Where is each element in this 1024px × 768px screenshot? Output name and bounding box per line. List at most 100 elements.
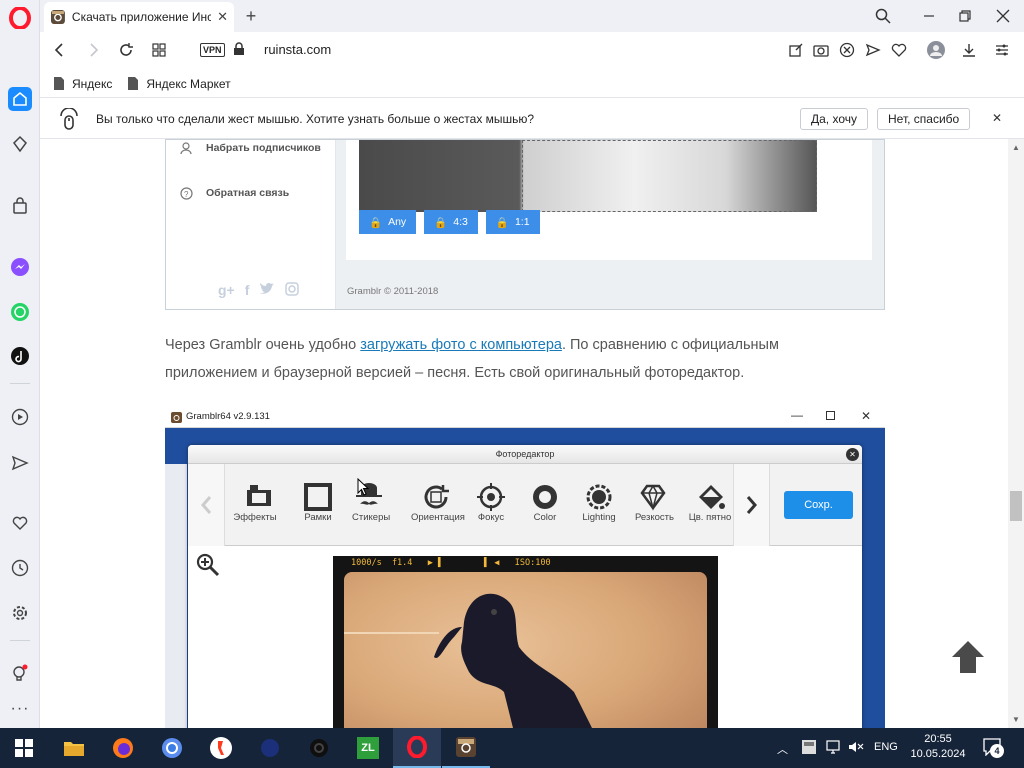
crop-ratio-label: Any [388, 216, 407, 228]
frames-tool[interactable]: Рамки [303, 482, 333, 523]
downloads-icon[interactable] [961, 42, 977, 58]
tiktok-icon[interactable] [8, 344, 32, 368]
upload-photos-link[interactable]: загружать фото с компьютера [360, 337, 562, 353]
pinboard-icon[interactable] [8, 132, 32, 156]
home-icon[interactable] [8, 87, 32, 111]
article-line-2: приложением и браузерной версией – песня… [165, 365, 745, 381]
zoom-in-icon[interactable] [196, 553, 220, 577]
diamond-icon [640, 484, 666, 511]
more-icon[interactable]: ··· [8, 697, 32, 721]
action-center-icon[interactable]: 4 [983, 738, 1004, 758]
save-button[interactable]: Сохр. [784, 491, 853, 519]
gramblr-close-icon[interactable]: ✕ [861, 409, 871, 423]
speed-dial-icon[interactable] [151, 42, 167, 58]
forward-icon[interactable] [85, 42, 101, 58]
windows-taskbar: ZL ︿ ENG 20:55 10.05.2024 4 [0, 728, 1024, 768]
effects-tool[interactable]: Эффекты [233, 482, 278, 523]
lighting-tool[interactable]: Lighting [582, 482, 616, 523]
bookmark-heart-icon[interactable] [891, 42, 907, 58]
user-icon [180, 142, 192, 155]
photo-editor-close-icon[interactable]: ✕ [846, 448, 859, 461]
photo-editor-title: Фоторедактор [495, 449, 555, 459]
tools-next-icon[interactable] [733, 464, 770, 546]
whatsapp-icon[interactable] [8, 300, 32, 324]
file-explorer-icon[interactable] [50, 728, 98, 768]
sharpness-tool[interactable]: Резкость [635, 482, 674, 523]
notification-close-icon[interactable]: ✕ [992, 111, 1002, 125]
scroll-to-top-icon[interactable] [948, 639, 988, 675]
close-window-icon[interactable] [980, 0, 1024, 32]
chrome-icon[interactable] [148, 728, 196, 768]
tab-close-icon[interactable]: ✕ [217, 9, 228, 25]
new-tab-icon[interactable]: + [240, 5, 262, 27]
heart-icon[interactable] [8, 511, 32, 535]
scroll-up-icon[interactable]: ▲ [1012, 143, 1020, 152]
clock[interactable]: 20:55 10.05.2024 [908, 732, 968, 762]
aperture-icon [533, 485, 557, 509]
orientation-tool[interactable]: Ориентация [411, 482, 465, 523]
tab-active[interactable]: Скачать приложение Инс ✕ [44, 2, 234, 32]
crop-4-3-button[interactable]: 🔒 4:3 [424, 210, 478, 234]
crop-any-button[interactable]: 🔒 Any [359, 210, 417, 234]
tab-search-icon[interactable] [860, 0, 906, 32]
social-icons: g+ f [218, 282, 300, 298]
back-icon[interactable] [52, 42, 68, 58]
no-thanks-button[interactable]: Нет, спасибо [877, 108, 971, 130]
color-tool[interactable]: Color [530, 482, 560, 523]
color-splash-tool[interactable]: Цв. пятно [687, 482, 733, 523]
mouse-cursor-icon [357, 478, 369, 496]
scroll-down-icon[interactable]: ▼ [1012, 715, 1020, 724]
messenger-icon[interactable] [8, 255, 32, 279]
crop-1-1-button[interactable]: 🔒 1:1 [485, 210, 540, 234]
facebook-icon: f [244, 282, 250, 298]
edit-share-icon[interactable] [788, 42, 804, 58]
tools-prev-icon[interactable] [188, 464, 225, 546]
page-scrollbar[interactable]: ▲ ▼ [1008, 139, 1024, 728]
settings-icon[interactable] [8, 601, 32, 625]
gramblr-minimize-icon[interactable]: — [791, 408, 803, 422]
history-icon[interactable] [8, 556, 32, 580]
tray-overflow-icon[interactable]: ︿ [777, 741, 788, 757]
gramblr-taskbar-icon[interactable] [442, 728, 490, 768]
gramblr-left-strip [165, 464, 187, 728]
yandex-browser-icon[interactable] [197, 728, 245, 768]
yes-button[interactable]: Да, хочу [800, 108, 868, 130]
tool-label: Стикеры [352, 512, 391, 523]
shopping-bag-icon[interactable] [8, 194, 32, 218]
scrollbar-thumb[interactable] [1010, 491, 1022, 521]
firefox-icon[interactable] [99, 728, 147, 768]
adblock-icon[interactable] [839, 42, 855, 58]
bookmark-yandex-market[interactable]: Яндекс Маркет [128, 76, 231, 91]
start-button[interactable] [0, 728, 48, 768]
tool-label: Цв. пятно [688, 512, 732, 523]
bookmark-yandex[interactable]: Яндекс [54, 77, 112, 91]
notification-text: Вы только что сделали жест мышью. Хотите… [96, 112, 535, 126]
tips-icon[interactable] [8, 661, 32, 685]
opera-logo-icon[interactable] [8, 6, 32, 30]
zl-app-icon[interactable]: ZL [344, 728, 392, 768]
bookmark-label: Яндекс Маркет [146, 76, 231, 91]
reload-icon[interactable] [118, 42, 134, 58]
send-icon[interactable] [8, 451, 32, 475]
send-tab-icon[interactable] [865, 42, 881, 58]
language-indicator[interactable]: ENG [874, 741, 898, 753]
bookmark-label: Яндекс [72, 76, 113, 91]
opera-taskbar-icon[interactable] [393, 728, 441, 768]
twitter-icon [260, 282, 275, 294]
vpn-badge[interactable]: VPN [200, 43, 225, 57]
focus-tool[interactable]: Фокус [476, 482, 506, 523]
article-paragraph: Через Gramblr очень удобно загружать фот… [165, 331, 885, 387]
player-icon[interactable] [8, 405, 32, 429]
url-field[interactable]: ruinsta.com [264, 42, 331, 57]
gramblr-maximize-icon[interactable] [826, 411, 835, 420]
volume-muted-icon[interactable] [848, 740, 864, 754]
blue-app-icon[interactable] [246, 728, 294, 768]
lock-icon[interactable] [233, 42, 245, 56]
profile-avatar-icon[interactable] [927, 41, 945, 59]
snapshot-icon[interactable] [813, 42, 829, 58]
easy-setup-icon[interactable] [994, 42, 1010, 58]
network-icon[interactable] [826, 740, 842, 754]
dark-app-icon[interactable] [295, 728, 343, 768]
article-text: Через Gramblr очень удобно [165, 337, 361, 353]
tray-app-icon[interactable] [802, 740, 816, 754]
